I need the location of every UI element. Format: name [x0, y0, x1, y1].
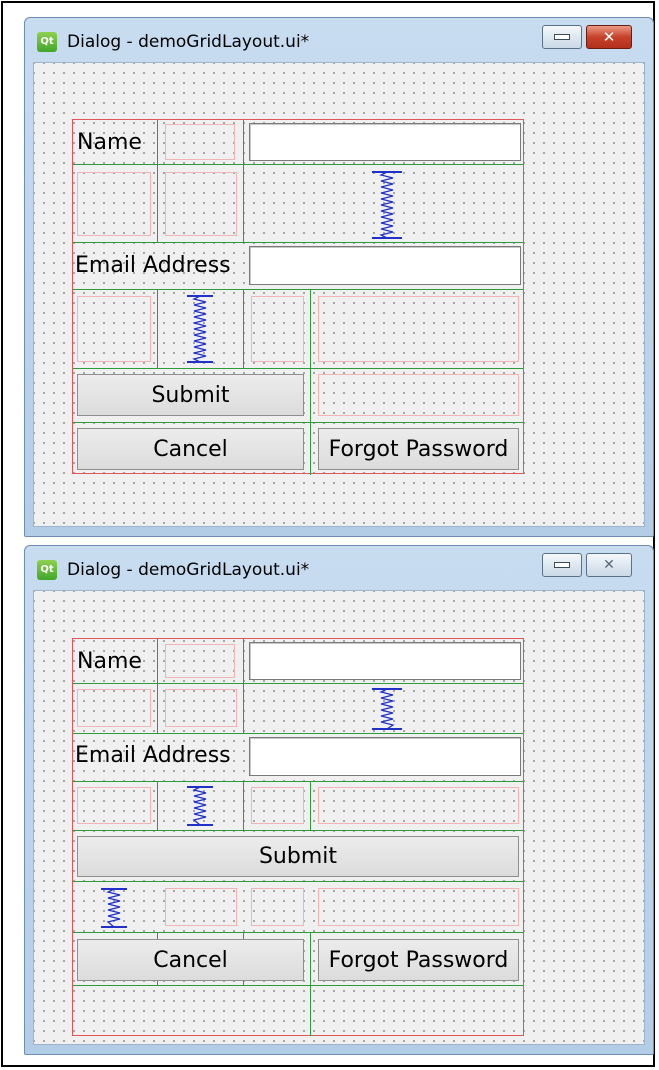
- name-label: Name: [77, 649, 142, 674]
- name-label: Name: [77, 130, 142, 155]
- empty-cell: [77, 296, 151, 362]
- grid-line: [73, 881, 523, 882]
- title-bar[interactable]: Qt Dialog - demoGridLayout.ui* ✕: [25, 546, 653, 590]
- empty-cell: [318, 888, 519, 926]
- grid-line: [73, 932, 523, 933]
- grid-line: [310, 932, 311, 1036]
- empty-cell: [165, 888, 237, 926]
- close-button[interactable]: ✕: [586, 553, 632, 577]
- email-input[interactable]: [249, 737, 521, 776]
- grid-line: [73, 368, 523, 369]
- grid-line: [243, 639, 244, 733]
- empty-cell: [165, 172, 237, 236]
- window-title: Dialog - demoGridLayout.ui*: [67, 32, 310, 52]
- grid-line: [73, 830, 523, 831]
- cancel-button[interactable]: Cancel: [77, 428, 304, 470]
- empty-cell: [77, 172, 151, 236]
- grid-line: [157, 289, 158, 368]
- email-label: Email Address: [75, 743, 231, 768]
- grid-line: [73, 164, 523, 165]
- window-title: Dialog - demoGridLayout.ui*: [67, 560, 310, 580]
- submit-button[interactable]: Submit: [77, 836, 519, 877]
- email-label: Email Address: [75, 253, 231, 278]
- vertical-spacer-icon: [101, 888, 127, 928]
- close-icon: ✕: [602, 28, 616, 46]
- grid-layout: Name Email Address Submit Cancel Forgot …: [72, 638, 524, 1036]
- cancel-button[interactable]: Cancel: [77, 939, 304, 981]
- grid-line: [157, 781, 158, 830]
- grid-line: [157, 164, 158, 242]
- submit-button[interactable]: Submit: [77, 374, 304, 416]
- empty-cell: [165, 689, 237, 727]
- form-canvas: Name Email Address Submit Cancel Forgot …: [33, 590, 645, 1045]
- title-bar[interactable]: Qt Dialog - demoGridLayout.ui* ✕: [25, 18, 653, 62]
- vertical-spacer-icon: [187, 295, 213, 363]
- empty-cell: [251, 888, 304, 926]
- minimize-icon: [554, 34, 570, 40]
- empty-cell: [77, 689, 151, 727]
- empty-cell: [318, 296, 519, 362]
- grid-line: [243, 289, 244, 368]
- vertical-spacer-icon: [187, 786, 213, 826]
- dialog-window-1: Qt Dialog - demoGridLayout.ui* ✕ Name Em…: [24, 17, 654, 537]
- grid-line: [157, 120, 158, 164]
- name-input[interactable]: [249, 642, 521, 680]
- qt-app-icon: Qt: [37, 560, 57, 580]
- empty-cell: [77, 787, 151, 824]
- vertical-spacer-icon: [372, 688, 402, 730]
- grid-line: [73, 985, 523, 986]
- grid-line: [310, 289, 311, 475]
- grid-line: [73, 242, 523, 243]
- empty-cell: [318, 787, 519, 824]
- close-icon: ✕: [603, 557, 615, 573]
- grid-line: [73, 289, 523, 290]
- close-button[interactable]: ✕: [586, 25, 632, 49]
- forgot-password-button[interactable]: Forgot Password: [318, 939, 519, 981]
- grid-line: [73, 422, 523, 423]
- empty-cell: [165, 644, 235, 678]
- dialog-window-2: Qt Dialog - demoGridLayout.ui* ✕ Name Em…: [24, 545, 654, 1055]
- empty-cell: [251, 787, 304, 824]
- empty-cell: [318, 374, 519, 416]
- minimize-icon: [554, 562, 570, 568]
- minimize-button[interactable]: [542, 25, 582, 49]
- grid-line: [243, 781, 244, 830]
- qt-app-icon: Qt: [37, 32, 57, 52]
- grid-line: [157, 639, 158, 733]
- grid-layout: Name Email Address Submit Cancel Forgot …: [72, 119, 524, 475]
- grid-line: [243, 120, 244, 242]
- grid-line: [310, 781, 311, 830]
- email-input[interactable]: [249, 246, 521, 285]
- empty-cell: [251, 296, 304, 362]
- grid-line: [73, 733, 523, 734]
- name-input[interactable]: [249, 123, 521, 161]
- minimize-button[interactable]: [542, 553, 582, 577]
- form-canvas: Name Email Address Submit Cancel Forgot …: [33, 62, 645, 527]
- grid-line: [73, 781, 523, 782]
- empty-cell: [165, 124, 235, 160]
- grid-line: [73, 683, 523, 684]
- forgot-password-button[interactable]: Forgot Password: [318, 428, 519, 470]
- vertical-spacer-icon: [372, 171, 402, 239]
